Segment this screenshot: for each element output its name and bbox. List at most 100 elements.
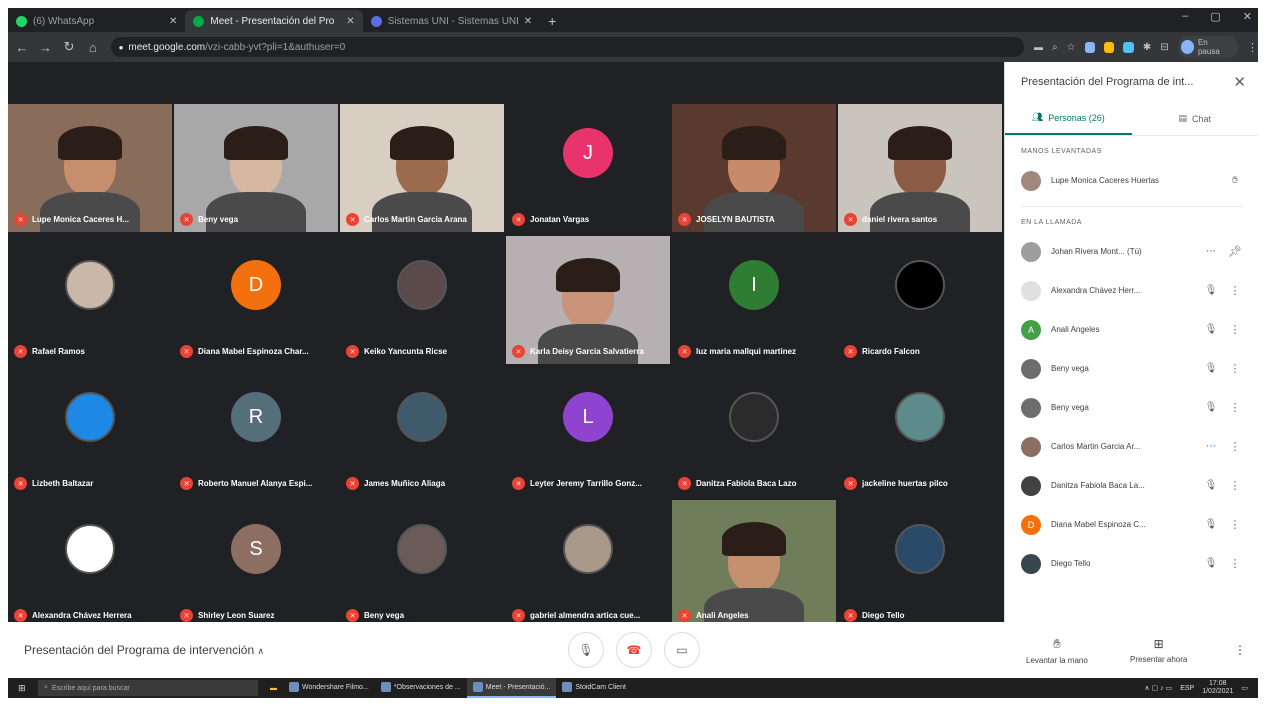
participant-tile[interactable]: ✕ daniel rivera santos	[838, 104, 1002, 232]
participant-tile[interactable]: ✕ Danitza Fabiola Baca Lazo	[672, 368, 836, 496]
pin-icon[interactable]: 📌︎	[1228, 245, 1242, 258]
close-panel-icon[interactable]: ✕	[1233, 73, 1246, 91]
file-explorer-icon[interactable]: ▬	[270, 685, 277, 692]
present-button[interactable]: ⊞ Presentar ahora	[1130, 637, 1187, 664]
more-vert-icon[interactable]: ⋮	[1228, 362, 1242, 375]
back-icon[interactable]: ←	[12, 40, 32, 55]
mic-off-icon[interactable]: 🎙︎	[1204, 480, 1218, 491]
close-tab-icon[interactable]: ✕	[169, 16, 177, 27]
mic-off-icon[interactable]: 🎙︎	[1204, 402, 1218, 413]
close-window-icon[interactable]: ✕	[1243, 10, 1252, 23]
participant-row[interactable]: Danitza Fabiola Baca La... 🎙︎ ⋮	[1005, 466, 1258, 505]
browser-tab[interactable]: Meet - Presentación del Pro ✕	[185, 10, 363, 32]
participant-row[interactable]: A Anali Angeles 🎙︎ ⋮	[1005, 310, 1258, 349]
participant-name: ✕ JOSELYN BAUTISTA	[678, 213, 832, 226]
more-vert-icon[interactable]: ⋮	[1228, 479, 1242, 492]
raise-hand-button[interactable]: ✋︎ Levantar la mano	[1026, 636, 1088, 665]
taskbar-app[interactable]: Meet - Presentació...	[466, 678, 557, 698]
forward-icon[interactable]: →	[36, 40, 56, 55]
profile-button[interactable]: En pausa	[1177, 36, 1238, 58]
mic-off-icon[interactable]: 🎙︎	[1204, 519, 1218, 530]
participant-row[interactable]: Carlos Martin Garcia Ar... ⋯ ⋮	[1005, 427, 1258, 466]
more-options-button[interactable]: ⋮	[1234, 643, 1246, 657]
reload-icon[interactable]: ↻	[59, 39, 79, 55]
more-vert-icon[interactable]: ⋮	[1228, 557, 1242, 570]
participant-tile[interactable]: ✕ Beny vega	[174, 104, 338, 232]
microphone-button[interactable]: 🎙︎	[568, 632, 604, 668]
participant-row[interactable]: Johan Rivera Mont... (Tú) ⋯ 📌︎	[1005, 232, 1258, 271]
taskbar-app[interactable]: StoidCam Client	[556, 678, 632, 698]
participant-tile[interactable]: ✕ James Muñico Aliaga	[340, 368, 504, 496]
camera-button[interactable]: ▭	[664, 632, 700, 668]
more-vert-icon[interactable]: ⋮	[1228, 518, 1242, 531]
tab-people[interactable]: 👥︎ Personas (26)	[1005, 102, 1132, 135]
participant-row[interactable]: Beny vega 🎙︎ ⋮	[1005, 349, 1258, 388]
star-icon[interactable]: ☆	[1067, 42, 1076, 53]
extension-icon[interactable]	[1123, 41, 1134, 53]
participant-tile[interactable]: S ✕ Shirley Leon Suarez	[174, 500, 338, 628]
close-tab-icon[interactable]: ✕	[524, 16, 532, 27]
participant-tile[interactable]: ✕ JOSELYN BAUTISTA	[672, 104, 836, 232]
minimize-icon[interactable]: –	[1182, 10, 1188, 23]
participant-name: Anali Angeles	[1051, 325, 1194, 334]
participant-tile[interactable]: J ✕ Jonatan Vargas	[506, 104, 670, 232]
new-tab-button[interactable]: +	[540, 10, 564, 32]
clock[interactable]: 17:08 1/02/2021	[1202, 680, 1233, 696]
menu-icon[interactable]: ⋮	[1247, 41, 1258, 54]
url-field[interactable]: ● meet.google.com/vzi-cabb-yvt?pli=1&aut…	[110, 37, 1024, 57]
taskbar-app[interactable]: *Observaciones de ...	[375, 678, 467, 698]
participant-tile[interactable]: L ✕ Leyter Jeremy Tarrillo Gonz...	[506, 368, 670, 496]
participant-tile[interactable]: I ✕ luz maria mallqui martinez	[672, 236, 836, 364]
extension-icon[interactable]	[1084, 41, 1095, 53]
taskbar-search[interactable]: ⌕ Escribe aquí para buscar	[38, 680, 258, 696]
puzzle-icon[interactable]: ✱	[1143, 42, 1151, 53]
notifications-icon[interactable]: ▭	[1241, 684, 1248, 692]
participant-tile[interactable]: R ✕ Roberto Manuel Alanya Espi...	[174, 368, 338, 496]
key-icon[interactable]: ▬	[1034, 42, 1043, 52]
extension-icon[interactable]	[1103, 41, 1115, 53]
participant-tile[interactable]: ✕ gabriel almendra artica cue...	[506, 500, 670, 628]
participant-tile[interactable]: ✕ Keiko Yancunta Ricse	[340, 236, 504, 364]
participant-tile[interactable]: ✕ Diego Tello	[838, 500, 1002, 628]
close-tab-icon[interactable]: ✕	[346, 16, 354, 27]
taskbar-app[interactable]: Wondershare Filmo...	[283, 678, 375, 698]
raised-hand-row[interactable]: Lupe Monica Caceres Huertas ✋︎	[1005, 161, 1258, 200]
participant-row[interactable]: Diego Tello 🎙︎ ⋮	[1005, 544, 1258, 583]
participant-row[interactable]: Alexandra Chávez Herr... 🎙︎ ⋮	[1005, 271, 1258, 310]
more-vert-icon[interactable]: ⋮	[1228, 284, 1242, 297]
participant-tile[interactable]: D ✕ Diana Mabel Espinoza Char...	[174, 236, 338, 364]
participant-tile[interactable]: ✕ Carlos Martin Garcia Arana	[340, 104, 504, 232]
participant-row[interactable]: D Diana Mabel Espinoza C... 🎙︎ ⋮	[1005, 505, 1258, 544]
mic-off-icon[interactable]: 🎙︎	[1204, 558, 1218, 569]
participant-tile[interactable]: ✕ Karla Deisy Garcia Salvatierra	[506, 236, 670, 364]
home-icon[interactable]: ⌂	[83, 40, 103, 55]
mic-off-icon: ✕	[844, 477, 857, 490]
participant-row[interactable]: Beny vega 🎙︎ ⋮	[1005, 388, 1258, 427]
media-icon[interactable]: ⊟	[1160, 42, 1168, 53]
participant-tile[interactable]: ✕ Alexandra Chávez Herrera	[8, 500, 172, 628]
windows-start-icon[interactable]: ⊞	[18, 683, 26, 694]
participant-tile[interactable]: ✕ jackeline huertas pilco	[838, 368, 1002, 496]
participant-tile[interactable]: ✕ Lizbeth Baltazar	[8, 368, 172, 496]
more-vert-icon[interactable]: ⋮	[1228, 440, 1242, 453]
tab-chat[interactable]: ▤ Chat	[1132, 102, 1259, 135]
browser-tab[interactable]: Sistemas UNI - Sistemas UNI ✕	[363, 10, 540, 32]
participant-tile[interactable]: ✕ Rafael Ramos	[8, 236, 172, 364]
mic-off-icon[interactable]: 🎙︎	[1204, 363, 1218, 374]
more-vert-icon[interactable]: ⋮	[1228, 401, 1242, 414]
zoom-icon[interactable]: ⌕	[1052, 42, 1058, 53]
participant-tile[interactable]: ✕ Beny vega	[340, 500, 504, 628]
participant-tile[interactable]: ✕ Lupe Monica Caceres H...	[8, 104, 172, 232]
mic-off-icon[interactable]: 🎙︎	[1204, 324, 1218, 335]
tray-icons[interactable]: ∧ ▢ ♪ ▭	[1145, 684, 1173, 692]
maximize-icon[interactable]: ▢	[1210, 10, 1220, 23]
language-indicator[interactable]: ESP	[1180, 685, 1194, 692]
participant-tile[interactable]: ✕ Anali Angeles	[672, 500, 836, 628]
lower-hand-icon[interactable]: ✋︎	[1228, 175, 1242, 186]
meeting-title[interactable]: Presentación del Programa de intervenció…	[24, 643, 264, 657]
participant-tile[interactable]: ✕ Ricardo Falcon	[838, 236, 1002, 364]
more-vert-icon[interactable]: ⋮	[1228, 323, 1242, 336]
end-call-button[interactable]: ☎︎	[616, 632, 652, 668]
mic-off-icon[interactable]: 🎙︎	[1204, 285, 1218, 296]
browser-tab[interactable]: (6) WhatsApp ✕	[8, 10, 185, 32]
